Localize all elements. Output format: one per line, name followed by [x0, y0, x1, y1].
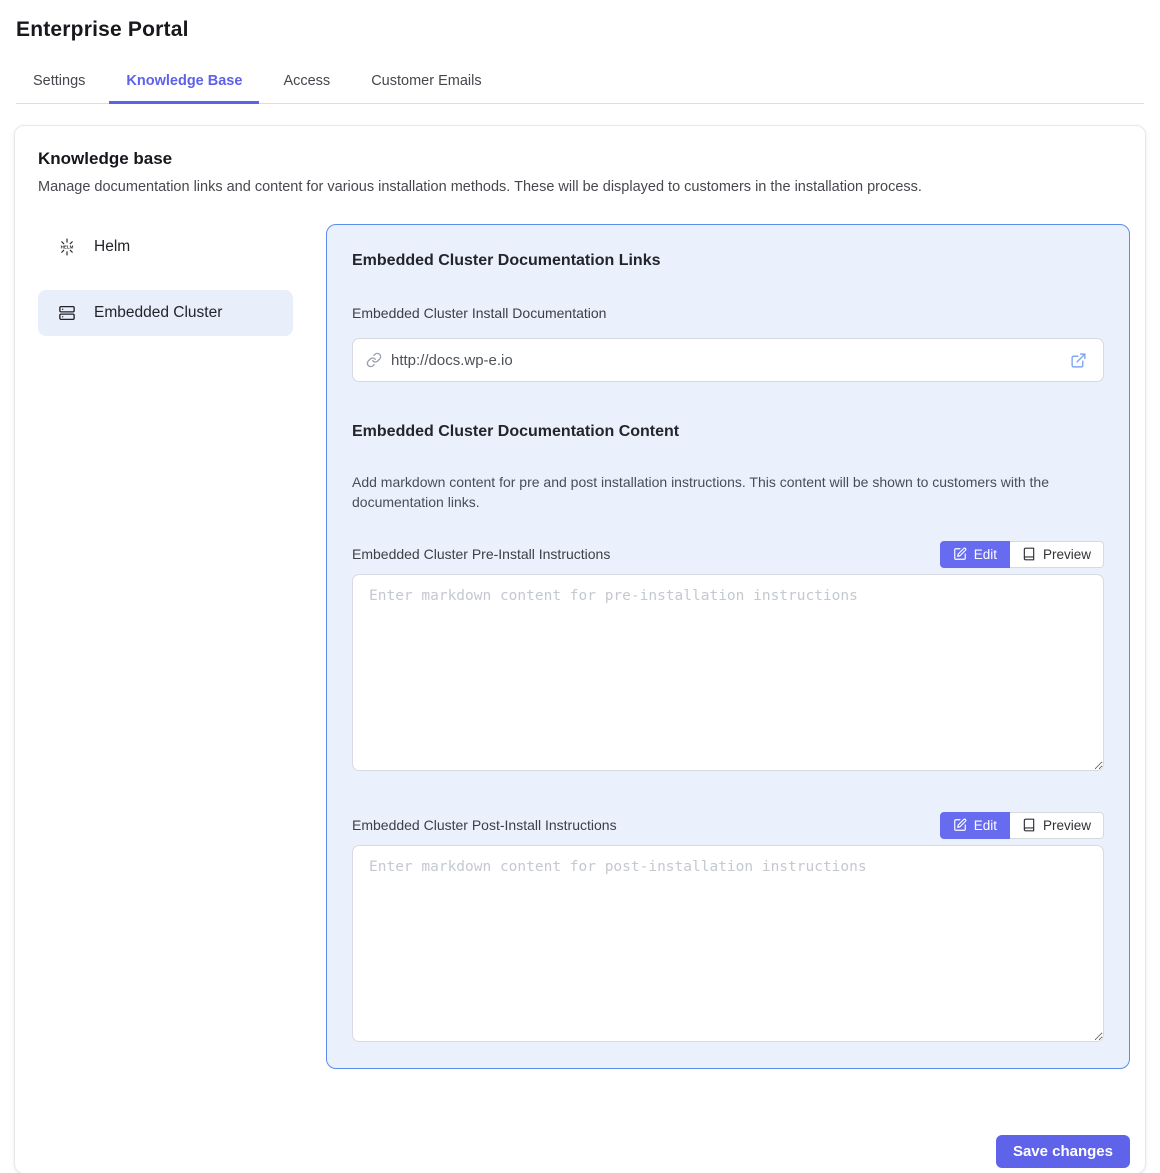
embedded-cluster-panel: Embedded Cluster Documentation Links Emb…: [326, 224, 1130, 1069]
tab-bar: Settings Knowledge Base Access Customer …: [16, 62, 1144, 104]
book-icon: [1022, 818, 1036, 832]
pre-install-label: Embedded Cluster Pre-Install Instruction…: [352, 546, 610, 562]
post-install-edit-button[interactable]: Edit: [940, 812, 1010, 839]
card-description: Manage documentation links and content f…: [38, 179, 1130, 195]
install-method-nav: HELM Helm Embedded Cluster: [38, 224, 293, 336]
install-doc-input-group: [352, 338, 1104, 382]
preview-button-label: Preview: [1043, 547, 1091, 562]
pre-install-textarea[interactable]: [352, 574, 1104, 771]
nav-item-embedded-cluster[interactable]: Embedded Cluster: [38, 290, 293, 336]
card-title: Knowledge base: [38, 149, 1130, 169]
book-icon: [1022, 547, 1036, 561]
post-install-toolbar-row: Embedded Cluster Post-Install Instructio…: [352, 812, 1104, 839]
content-section-title: Embedded Cluster Documentation Content: [352, 423, 1104, 441]
post-install-label: Embedded Cluster Post-Install Instructio…: [352, 817, 617, 833]
footer-row: Save changes: [38, 1135, 1130, 1168]
tab-knowledge-base[interactable]: Knowledge Base: [109, 62, 259, 104]
tab-settings[interactable]: Settings: [16, 62, 102, 104]
preview-button-label: Preview: [1043, 818, 1091, 833]
edit-button-label: Edit: [974, 547, 997, 562]
install-doc-label: Embedded Cluster Install Documentation: [352, 305, 1104, 321]
edit-icon: [953, 547, 967, 561]
link-icon: [366, 352, 382, 368]
pre-install-toolbar-row: Embedded Cluster Pre-Install Instruction…: [352, 541, 1104, 568]
main-row: HELM Helm Embedded Cluster Embedded Clus…: [38, 224, 1130, 1069]
pre-install-edit-button[interactable]: Edit: [940, 541, 1010, 568]
tab-customer-emails[interactable]: Customer Emails: [354, 62, 498, 104]
page-title: Enterprise Portal: [16, 18, 1144, 42]
server-icon: [58, 304, 76, 322]
post-install-textarea[interactable]: [352, 845, 1104, 1042]
tab-access[interactable]: Access: [266, 62, 347, 104]
pre-install-toolbar: Edit Preview: [940, 541, 1104, 568]
app-header: Enterprise Portal: [0, 0, 1160, 42]
save-changes-button[interactable]: Save changes: [996, 1135, 1130, 1168]
pre-install-preview-button[interactable]: Preview: [1010, 541, 1104, 568]
post-install-preview-button[interactable]: Preview: [1010, 812, 1104, 839]
external-link-icon: [1070, 352, 1087, 369]
svg-text:HELM: HELM: [61, 245, 74, 250]
nav-item-label: Helm: [94, 238, 130, 256]
edit-icon: [953, 818, 967, 832]
knowledge-base-card: Knowledge base Manage documentation link…: [14, 125, 1146, 1173]
edit-button-label: Edit: [974, 818, 997, 833]
open-link-button[interactable]: [1068, 350, 1089, 371]
content-section-description: Add markdown content for pre and post in…: [352, 472, 1104, 513]
nav-item-label: Embedded Cluster: [94, 304, 222, 322]
links-section-title: Embedded Cluster Documentation Links: [352, 252, 1104, 270]
install-doc-input[interactable]: [391, 352, 1059, 369]
post-install-toolbar: Edit Preview: [940, 812, 1104, 839]
nav-item-helm[interactable]: HELM Helm: [38, 224, 293, 270]
helm-logo-icon: HELM: [58, 238, 76, 256]
